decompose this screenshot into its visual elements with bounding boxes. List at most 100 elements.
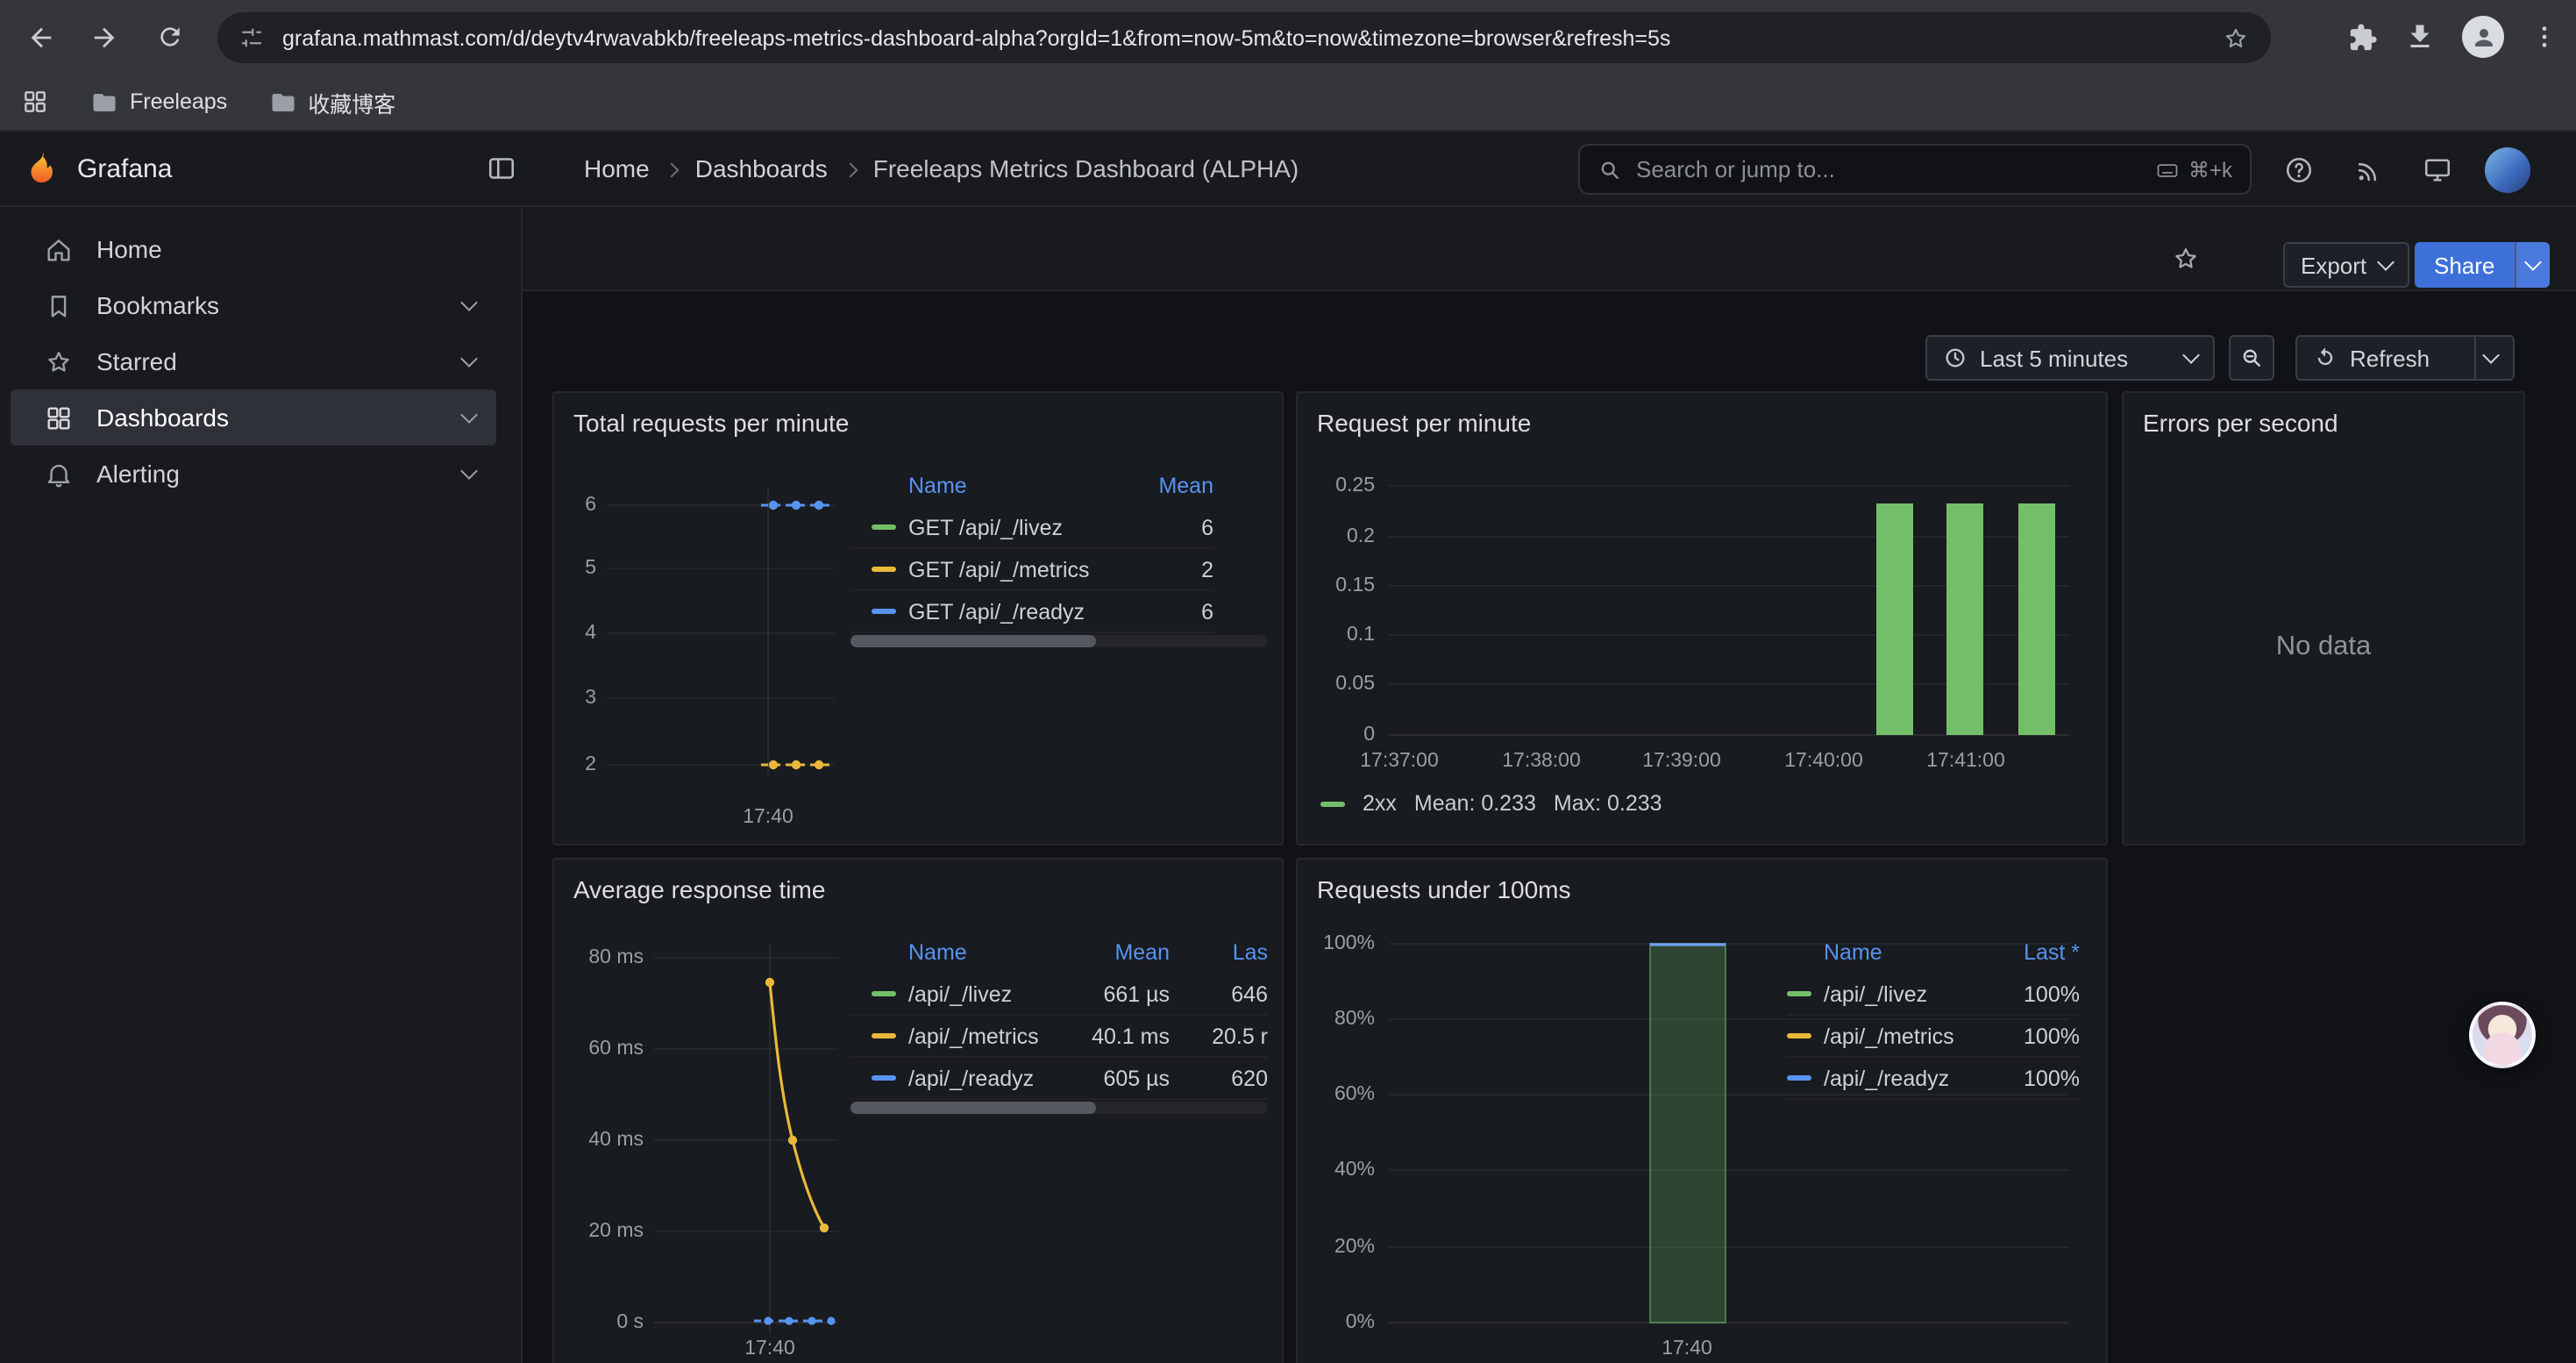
series-name[interactable]: GET /api/_/metrics	[908, 557, 1143, 582]
zoom-out-button[interactable]	[2229, 335, 2274, 381]
series-name[interactable]: /api/_/readyz	[1824, 1066, 1999, 1090]
search-placeholder: Search or jump to...	[1636, 156, 2141, 182]
divider	[2474, 337, 2476, 379]
legend-col-name[interactable]: Name	[908, 473, 1143, 497]
chevron-down-icon[interactable]	[460, 406, 478, 424]
forward-icon[interactable]	[81, 14, 126, 60]
downloads-icon[interactable]	[2404, 21, 2436, 53]
series-mean: 661 µs	[1064, 981, 1170, 1006]
series-name[interactable]: /api/_/livez	[1824, 981, 1999, 1006]
address-bar[interactable]: grafana.mathmast.com/d/deytv4rwavabkb/fr…	[217, 12, 2271, 63]
reload-icon[interactable]	[147, 14, 193, 60]
series-name[interactable]: GET /api/_/livez	[908, 515, 1143, 539]
time-range-label: Last 5 minutes	[1980, 345, 2128, 371]
export-button[interactable]: Export	[2283, 242, 2409, 288]
panel-requests-under-100ms: Requests under 100ms 100% 80% 60% 40% 20…	[1296, 858, 2108, 1363]
keyboard-icon	[2155, 157, 2180, 182]
browser-toolbar: grafana.mathmast.com/d/deytv4rwavabkb/fr…	[0, 0, 2576, 74]
site-settings-icon[interactable]	[238, 25, 265, 51]
x-tick: 17:40	[1662, 1338, 1712, 1359]
series-last: 646	[1170, 981, 1268, 1006]
bar-chart[interactable]	[1298, 860, 2106, 1363]
x-tick: 17:39:00	[1642, 751, 1721, 772]
legend-scrollbar[interactable]	[850, 1102, 1268, 1114]
news-rss-icon[interactable]	[2346, 149, 2388, 191]
time-range-picker[interactable]: Last 5 minutes	[1925, 335, 2215, 381]
sidebar-item-bookmarks[interactable]: Bookmarks	[11, 277, 496, 333]
bookmark-label: 收藏博客	[308, 85, 395, 118]
series-color-green	[1320, 801, 1345, 806]
folder-icon	[269, 89, 295, 115]
legend-header: Name Mean Las	[850, 937, 1268, 967]
legend-col-name[interactable]: Name	[908, 939, 1064, 964]
zoom-out-icon	[2239, 346, 2264, 370]
browser-profile-avatar[interactable]	[2462, 16, 2504, 58]
legend-col-name[interactable]: Name	[1824, 939, 1999, 964]
legend-col-last[interactable]: Las	[1170, 939, 1268, 964]
series-name[interactable]: 2xx	[1363, 791, 1397, 816]
url-text[interactable]: grafana.mathmast.com/d/deytv4rwavabkb/fr…	[282, 25, 2204, 50]
favorite-star-icon[interactable]	[2171, 244, 2201, 274]
breadcrumb-dashboards[interactable]: Dashboards	[695, 154, 828, 182]
back-icon[interactable]	[18, 14, 63, 60]
search-icon	[1598, 157, 1622, 182]
sidebar-item-label: Bookmarks	[96, 291, 219, 319]
apps-grid-icon[interactable]	[21, 88, 49, 116]
series-name[interactable]: /api/_/metrics	[1824, 1024, 1999, 1048]
sidebar-item-label: Home	[96, 235, 162, 263]
panel-title[interactable]: Errors per second	[2143, 409, 2338, 437]
legend-row: /api/_/metrics 40.1 ms 20.5 r	[850, 1016, 1268, 1058]
legend-col-last[interactable]: Last *	[1999, 939, 2080, 964]
chevron-down-icon[interactable]	[460, 294, 478, 311]
breadcrumb-home[interactable]: Home	[584, 154, 650, 182]
series-name[interactable]: /api/_/livez	[908, 981, 1064, 1006]
sidebar-item-dashboards[interactable]: Dashboards	[11, 389, 496, 446]
grafana-brand[interactable]: Grafana	[77, 154, 172, 184]
bookmark-star-icon[interactable]	[2222, 24, 2250, 52]
extensions-icon[interactable]	[2348, 22, 2378, 52]
chevron-down-icon[interactable]	[460, 462, 478, 480]
series-name[interactable]: /api/_/metrics	[908, 1024, 1064, 1048]
share-dropdown-button[interactable]	[2516, 242, 2549, 288]
legend-col-mean[interactable]: Mean	[1064, 939, 1170, 964]
bookmark-folder-freeleaps[interactable]: Freeleaps	[91, 89, 227, 115]
sidebar-item-home[interactable]: Home	[11, 221, 496, 277]
user-avatar[interactable]	[2485, 147, 2530, 193]
bookmark-icon	[44, 290, 74, 320]
scrollbar-thumb[interactable]	[850, 635, 1096, 647]
legend-row: GET /api/_/livez 6	[850, 507, 1213, 549]
help-icon[interactable]	[2278, 149, 2320, 191]
series-name[interactable]: /api/_/readyz	[908, 1066, 1064, 1090]
no-data-message: No data	[2276, 632, 2372, 663]
series-mean: 605 µs	[1064, 1066, 1170, 1090]
bookmark-label: Freeleaps	[130, 89, 227, 114]
legend-col-mean[interactable]: Mean	[1143, 473, 1213, 497]
grafana-logo[interactable]	[23, 149, 61, 188]
series-name[interactable]: GET /api/_/readyz	[908, 599, 1143, 624]
series-max: Max: 0.233	[1554, 791, 1662, 816]
search-input[interactable]: Search or jump to... ⌘+k	[1578, 144, 2252, 195]
series-mean: Mean: 0.233	[1414, 791, 1536, 816]
screen: grafana.mathmast.com/d/deytv4rwavabkb/fr…	[0, 0, 2576, 1363]
monitor-icon[interactable]	[2416, 149, 2459, 191]
scrollbar-thumb[interactable]	[850, 1102, 1096, 1114]
sidebar-item-label: Starred	[96, 347, 177, 375]
refresh-button[interactable]: Refresh	[2295, 335, 2515, 381]
sidebar-item-label: Alerting	[96, 460, 180, 488]
series-mean: 6	[1143, 599, 1213, 624]
series-last: 20.5 r	[1170, 1024, 1268, 1048]
chevron-down-icon	[2524, 253, 2542, 271]
sidebar-item-starred[interactable]: Starred	[11, 333, 496, 389]
legend-scrollbar[interactable]	[850, 635, 1268, 647]
chevron-down-icon[interactable]	[460, 350, 478, 368]
sidebar-toggle-icon[interactable]	[486, 153, 517, 184]
sidebar-item-alerting[interactable]: Alerting	[11, 446, 496, 502]
assistant-avatar-button[interactable]	[2469, 1002, 2536, 1068]
chevron-right-icon	[665, 162, 680, 177]
x-tick: 17:40	[743, 807, 793, 828]
bookmark-folder-blogs[interactable]: 收藏博客	[269, 85, 395, 118]
series-color-green	[872, 991, 896, 996]
bar-chart[interactable]	[1298, 393, 2106, 844]
share-button[interactable]: Share	[2415, 242, 2549, 288]
browser-menu-icon[interactable]	[2530, 23, 2558, 51]
